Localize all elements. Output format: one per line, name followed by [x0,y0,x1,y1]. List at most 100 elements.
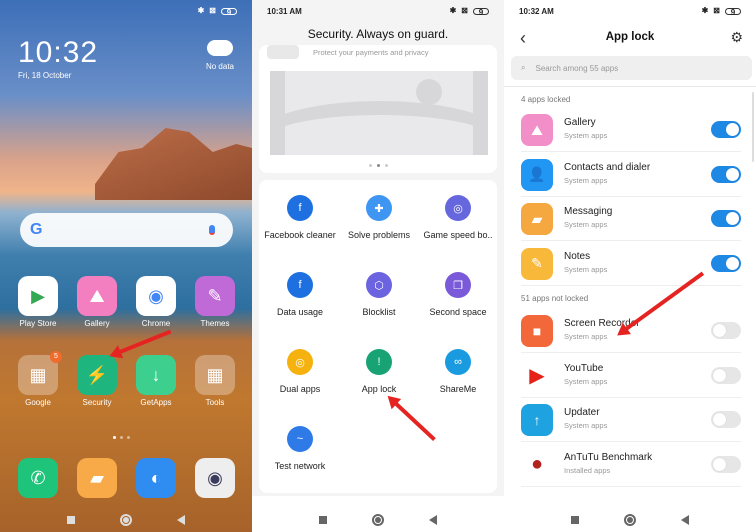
sim-icon: ⊠ [713,6,720,15]
app-google[interactable]: ▦ 5 Google [8,351,68,407]
tool-label: App lock [361,384,397,394]
dock-app[interactable]: ✆ [8,458,68,501]
lock-toggle[interactable] [711,455,741,473]
tool-second-space[interactable]: ❐ Second space [418,272,497,317]
game-speed-booster-icon: ◎ [445,195,471,221]
tools-grid: f Facebook cleaner ✚ Solve problems ◎ Game sp… [259,180,497,493]
battery-icon: 9 [725,7,741,16]
tool-shareme[interactable]: ∞ ShareMe [418,349,497,394]
lock-toggle[interactable] [711,322,741,339]
contacts-icon: 👤 [521,158,553,191]
phone-icon: ✆ [18,458,58,498]
themes-icon: ✎ [195,276,235,316]
recents-button[interactable] [571,516,579,524]
search-icon: ⌕ [521,63,526,72]
home-button[interactable] [120,514,132,526]
dock-app[interactable]: ◐ [126,458,186,501]
app-gallery[interactable]: ⛰ Gallery [67,276,127,328]
test-network-icon: ~ [287,426,313,452]
banner-card[interactable]: Protect your payments and privacy [259,45,497,173]
screen-recorder-icon: ■ [521,315,553,347]
back-button[interactable] [177,515,185,525]
app-security[interactable]: ⚡ Security [67,355,127,407]
camera-icon: ◉ [195,458,235,498]
tool-data-usage[interactable]: f Data usage [260,272,340,317]
gallery-icon: ⛰ [77,276,117,316]
dock-app[interactable]: ◉ [185,458,245,501]
app-row: ▶ YouTube System apps [521,354,741,398]
play-store-icon: ▶ [18,276,58,316]
app-name: Messaging [564,206,613,217]
microphone-icon[interactable] [209,225,215,235]
google-logo-icon: G [30,221,43,238]
lock-toggle[interactable] [711,210,741,227]
app-category: Installed apps [564,465,611,475]
bluetooth-icon: ✱ [197,6,205,15]
app-getapps[interactable]: ↓ GetApps [126,355,186,407]
home-button[interactable] [372,514,384,526]
recents-button[interactable] [319,516,327,524]
tool-game-speed-booster[interactable]: ◎ Game speed bo.. [418,195,497,240]
app-label: Play Store [19,319,57,328]
lock-toggle[interactable] [711,254,741,272]
blocklist-icon: ⬡ [366,272,392,298]
app-chrome[interactable]: ◉ Chrome [126,276,186,328]
lock-toggle[interactable] [711,121,741,138]
app-label: Tools [205,398,225,407]
tool-dual-apps[interactable]: ◎ Dual apps [260,349,340,394]
page-title: App lock [605,31,655,43]
lock-toggle[interactable] [711,366,741,384]
app-name: Notes [564,250,591,262]
tool-solve-problems[interactable]: ✚ Solve problems [339,195,419,240]
page-indicator [113,436,130,439]
google-search-bar[interactable]: G [20,213,233,247]
status-bar: ✱ ⊠ 9 [0,0,252,22]
second-space-icon: ❐ [445,272,471,298]
settings-gear-icon[interactable]: ⚙ [730,29,743,46]
tool-blocklist[interactable]: ⬡ Blocklist [339,272,419,317]
page-title: Security. Always on guard. [307,27,449,41]
tool-label: Test network [274,461,326,471]
weather-label: No data [205,62,235,71]
app-label: Themes [200,319,230,328]
app-themes[interactable]: ✎ Themes [185,276,245,328]
image-placeholder [270,71,488,155]
app-lock-screen: 10:32 AM ✱ ⊠ 9 ‹ App lock ⚙ ⌕ Search amo… [504,0,756,532]
tool-facebook-cleaner[interactable]: f Facebook cleaner [260,195,340,240]
weather-widget[interactable]: No data [203,34,237,71]
tool-app-lock[interactable]: ! App lock [339,349,419,394]
app-play-store[interactable]: ▶ Play Store [8,276,68,328]
bluetooth-icon: ✱ [449,6,457,15]
tool-label: Facebook cleaner [264,230,336,240]
app-category: System apps [564,376,608,386]
messaging-icon: ▰ [77,458,117,498]
sim-icon: ⊠ [209,6,216,15]
app-tools[interactable]: ▦ Tools [185,355,245,407]
app-category: System apps [564,220,608,229]
app-label: Gallery [84,319,110,328]
recents-button[interactable] [67,516,75,524]
notification-badge: 5 [50,351,62,363]
locked-section-header: 4 apps locked [521,95,571,104]
navigation-bar [252,514,504,526]
red-arrow-annotation [114,329,172,356]
back-button[interactable] [681,515,689,525]
lock-toggle[interactable] [711,165,741,183]
getapps-icon: ↓ [136,355,176,395]
app-category: System apps [564,332,608,341]
tool-label: Game speed bo.. [423,230,493,240]
lock-toggle[interactable] [711,411,741,428]
app-row: ● AnTuTu Benchmark Installed apps [521,443,741,487]
search-input[interactable]: ⌕ Search among 55 apps [511,56,752,80]
dual-apps-icon: ◎ [287,349,313,375]
youtube-icon: ▶ [521,359,553,392]
date: Fri, 18 October [18,71,72,80]
back-button[interactable] [429,515,437,525]
browser-icon: ◐ [136,458,176,498]
bluetooth-icon: ✱ [701,6,709,15]
home-button[interactable] [624,514,636,526]
clock[interactable]: 10:32 [18,36,98,70]
tool-test-network[interactable]: ~ Test network [260,426,340,471]
dock-app[interactable]: ▰ [67,458,127,501]
scrollbar[interactable] [752,92,754,162]
